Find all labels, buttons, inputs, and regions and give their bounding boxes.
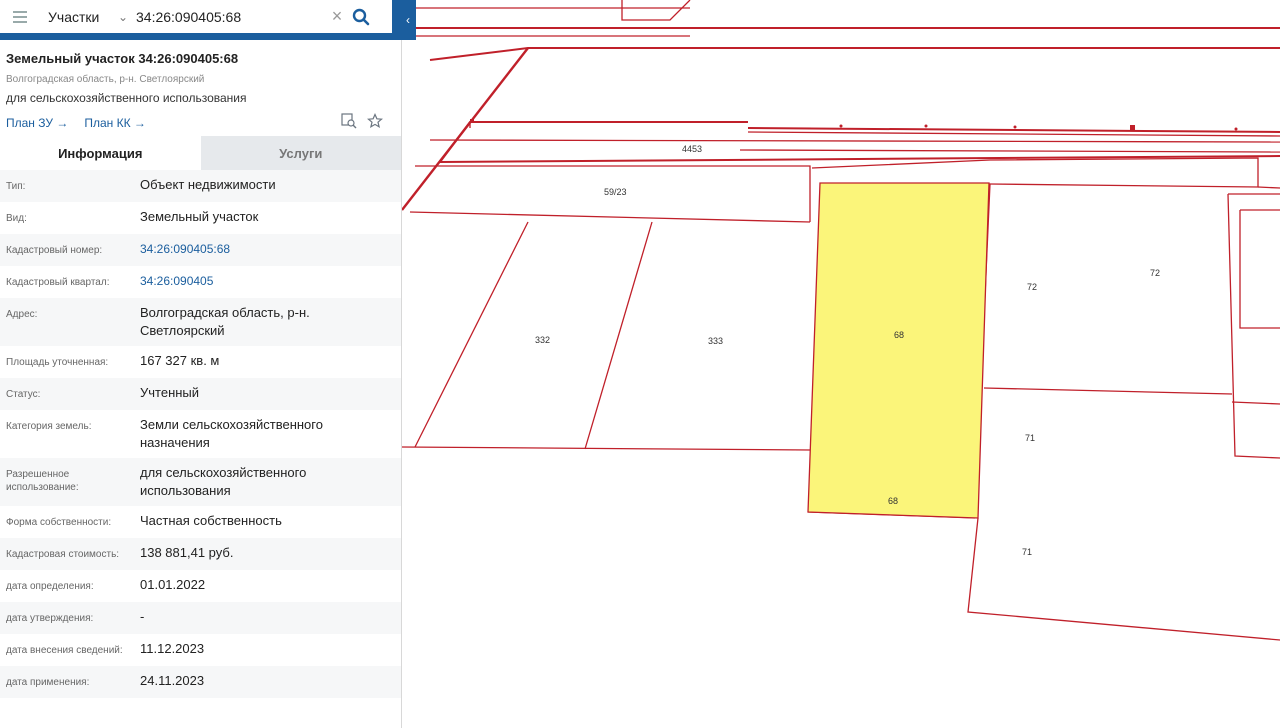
- info-row: Кадастровая стоимость: 138 881,41 руб.: [0, 538, 401, 570]
- star-icon[interactable]: [367, 113, 383, 132]
- info-row: Разрешенное использование: для сельскохоз…: [0, 458, 401, 506]
- object-header: Земельный участок 34:26:090405:68 Волгог…: [0, 40, 401, 136]
- object-region: Волгоградская область, р-н. Светлоярский: [6, 74, 205, 85]
- cadastral-quarter-link[interactable]: 34:26:090405: [140, 272, 395, 292]
- map-label-332: 332: [535, 335, 551, 345]
- info-row: Вид: Земельный участок: [6, 209, 259, 224]
- object-use: для сельскохозяйственного использования: [6, 91, 247, 105]
- map-label-4453: 4453: [682, 144, 703, 154]
- map-label-71: 71: [1025, 433, 1036, 443]
- info-table: Тип: Объект недвижимости Вид: Земельный уч…: [0, 170, 401, 698]
- plan-zu-link[interactable]: План ЗУ →: [6, 116, 68, 130]
- info-row: дата определения: 01.01.2022: [6, 577, 206, 592]
- info-row: Категория земель: Земли сельскохозяйствен…: [6, 417, 323, 450]
- map-label-5923: 59/23: [604, 187, 627, 197]
- search-input[interactable]: [136, 8, 326, 25]
- tab-services[interactable]: Услуги: [200, 136, 401, 170]
- tabs: Информация Услуги: [0, 136, 401, 170]
- search-icon[interactable]: [348, 4, 374, 30]
- map-label-68: 68: [894, 330, 905, 340]
- info-row: Кадастровый квартал: 34:26:090405: [0, 266, 401, 298]
- info-row: Кадастровый номер: 34:26:090405:68: [0, 234, 401, 266]
- map-label-68-lower: 68: [888, 496, 899, 506]
- info-row: дата внесения сведений: 11.12.2023: [6, 641, 205, 656]
- info-row: дата применения: 24.11.2023: [0, 666, 401, 698]
- map-label-72-right: 72: [1150, 268, 1161, 278]
- info-row: Адрес: Волгоградская область, р-н. Светло…: [0, 298, 401, 346]
- map-label-71-lower: 71: [1022, 547, 1033, 557]
- close-icon[interactable]: ×: [326, 6, 348, 27]
- selected-parcel-68[interactable]: [807, 182, 990, 519]
- info-panel: Участки ⌄ × Земельный участок 34:26:0904…: [0, 0, 402, 728]
- info-row: Статус: Учтенный: [0, 378, 401, 410]
- map-label-333: 333: [708, 336, 724, 346]
- search-bar: Участки ⌄ ×: [0, 0, 401, 40]
- collapse-panel-button[interactable]: ‹: [400, 0, 416, 40]
- plan-kk-link[interactable]: План КК →: [84, 116, 146, 130]
- info-row: дата утверждения: -: [0, 602, 401, 634]
- search-type-select[interactable]: Участки: [40, 9, 110, 25]
- chevron-down-icon[interactable]: ⌄: [110, 10, 136, 24]
- tab-info[interactable]: Информация: [0, 136, 201, 170]
- info-row: Площадь уточненная: 167 327 кв. м: [6, 353, 220, 368]
- menu-icon[interactable]: [0, 0, 40, 33]
- info-row: Форма собственности: Частная собственност…: [6, 513, 282, 528]
- map-label-72: 72: [1027, 282, 1038, 292]
- cadastral-number-link[interactable]: 34:26:090405:68: [140, 240, 395, 260]
- zoom-to-object-icon[interactable]: [341, 113, 357, 132]
- object-title: Земельный участок 34:26:090405:68: [6, 51, 239, 66]
- info-row: Тип: Объект недвижимости: [0, 170, 401, 202]
